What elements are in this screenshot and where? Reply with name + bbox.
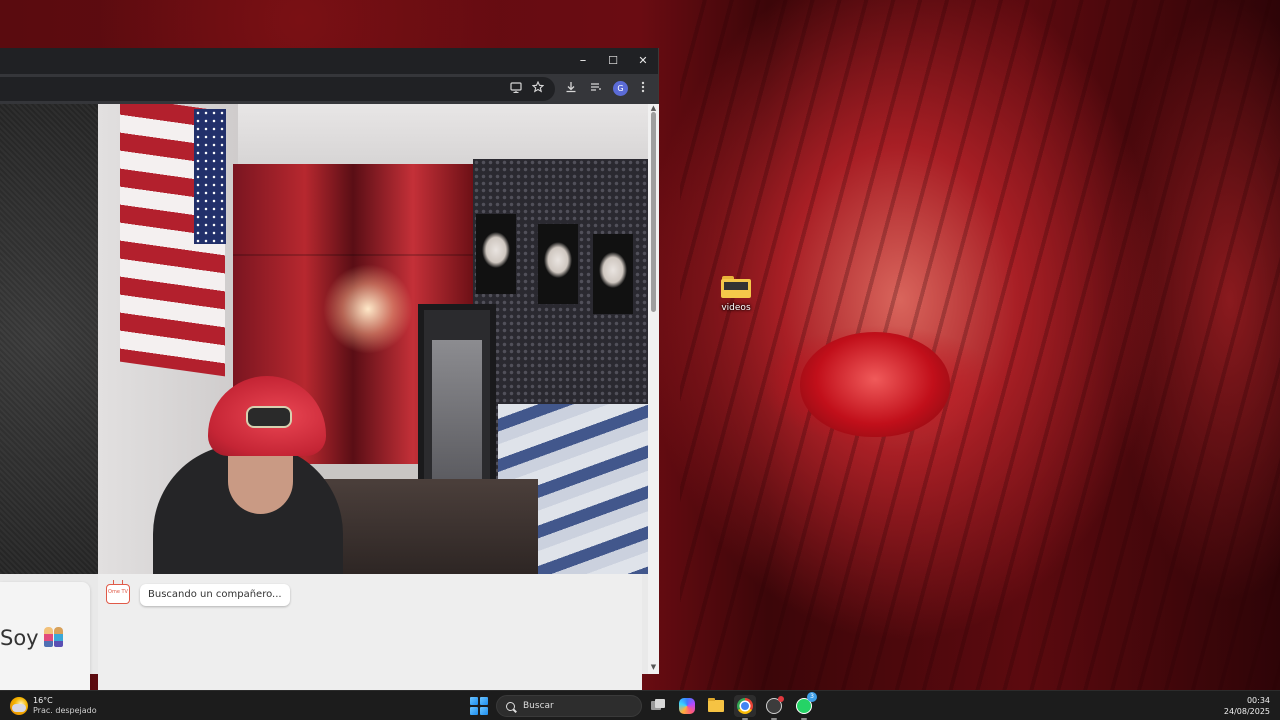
scroll-thumb[interactable]: [651, 112, 656, 312]
title-bar: – ☐ ✕: [0, 48, 658, 74]
address-bar[interactable]: [0, 77, 555, 101]
weather-condition: Prac. despejado: [33, 706, 97, 715]
search-icon: [506, 701, 515, 711]
chat-status-message: Buscando un compañero...: [140, 584, 290, 606]
task-view-icon: [651, 699, 665, 711]
search-label: Buscar: [523, 701, 554, 711]
system-clock[interactable]: 00:34 24/08/2025: [1224, 695, 1270, 717]
couple-icon: [43, 627, 65, 649]
screen-cast-icon[interactable]: [507, 80, 525, 98]
more-menu-icon[interactable]: [634, 80, 652, 98]
mirror: [418, 304, 496, 499]
poster-face: [476, 214, 516, 294]
weather-partly-cloudy-icon: [10, 697, 28, 715]
file-explorer-button[interactable]: [705, 695, 727, 717]
file-explorer-icon: [708, 698, 724, 712]
browser-window: – ☐ ✕ G ▲ ▼ Soy Ome TV Buscando un compa…: [0, 48, 659, 719]
gender-card-label: Soy: [0, 626, 39, 650]
clock-time: 00:34: [1246, 696, 1270, 705]
steam-icon: [766, 696, 784, 714]
copilot-button[interactable]: [676, 695, 698, 717]
weather-widget[interactable]: 16°C Prac. despejado: [10, 694, 97, 718]
webcam-video: [98, 104, 648, 574]
wallpaper-hair-strands: [680, 0, 1280, 690]
reading-list-icon[interactable]: [587, 80, 605, 98]
steam-button[interactable]: [763, 695, 785, 720]
wallpaper-lips: [800, 332, 950, 437]
browser-toolbar: G: [0, 74, 658, 104]
ometv-logo-icon: Ome TV: [106, 584, 130, 604]
poster-face: [593, 234, 633, 314]
bookmark-star-icon[interactable]: [529, 80, 547, 98]
chrome-icon: [737, 698, 753, 714]
download-icon[interactable]: [562, 80, 580, 98]
task-view-button[interactable]: [647, 695, 669, 717]
scroll-down-arrow-icon[interactable]: ▼: [649, 663, 658, 672]
notification-badge: 3: [807, 692, 817, 702]
clock-date: 24/08/2025: [1223, 707, 1270, 716]
whatsapp-button[interactable]: 3: [793, 692, 817, 720]
chrome-button[interactable]: [734, 695, 756, 720]
weather-temperature: 16°C: [33, 696, 53, 705]
page-scrollbar[interactable]: ▲ ▼: [648, 104, 659, 674]
start-button[interactable]: [469, 696, 489, 716]
stranger-video-placeholder: [0, 104, 98, 574]
page-content: ▲ ▼ Soy Ome TV Buscando un compañero...: [0, 104, 659, 719]
copilot-icon: [679, 698, 695, 714]
poster-face: [538, 224, 578, 304]
maximize-button[interactable]: ☐: [598, 48, 628, 74]
folder-icon: [721, 276, 751, 298]
desktop-icon-videos[interactable]: videos: [712, 272, 760, 322]
minimize-button[interactable]: –: [568, 48, 598, 74]
profile-avatar[interactable]: G: [613, 81, 628, 96]
close-button[interactable]: ✕: [628, 48, 658, 74]
desktop-icon-label: videos: [721, 303, 751, 313]
taskbar: 16°C Prac. despejado Buscar 3 00:34 24/0…: [0, 690, 1280, 720]
gender-card[interactable]: Soy: [0, 582, 90, 705]
taskbar-search[interactable]: Buscar: [496, 695, 642, 717]
